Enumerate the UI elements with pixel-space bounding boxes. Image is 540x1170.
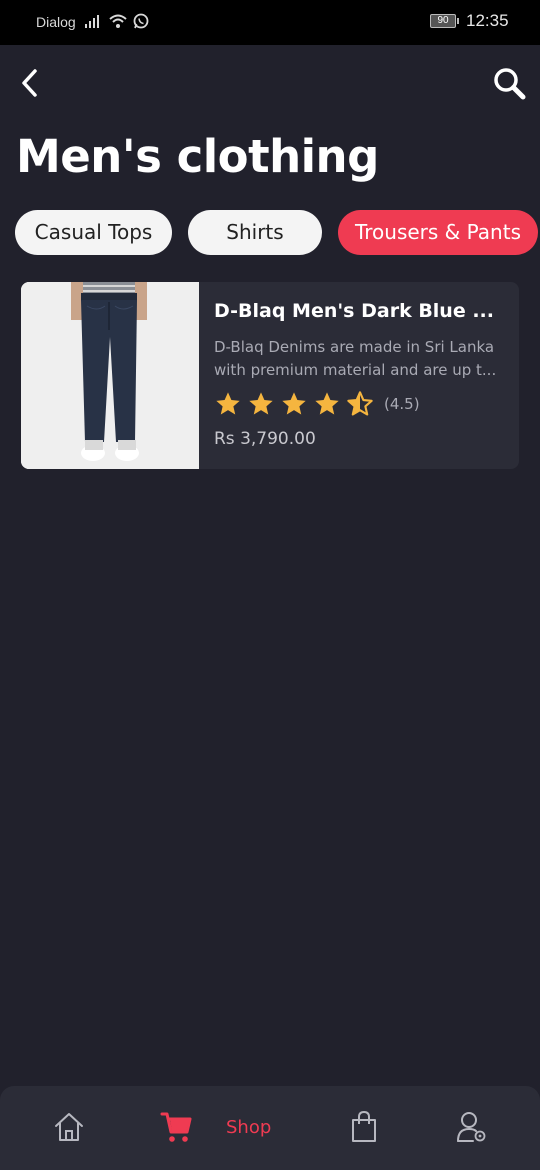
rating-row: (4.5) [214, 390, 420, 418]
chip-trousers-pants[interactable]: Trousers & Pants [338, 210, 538, 255]
chevron-left-icon [22, 69, 37, 97]
chip-casual-tops[interactable]: Casual Tops [15, 210, 172, 255]
half-star-icon [347, 391, 373, 416]
shopping-bag-icon [352, 1110, 376, 1142]
page-title: Men's clothing [16, 130, 379, 183]
search-button[interactable] [490, 64, 530, 104]
nav-shop[interactable] [160, 1110, 192, 1146]
chip-shirts[interactable]: Shirts [188, 210, 322, 255]
status-icons [84, 12, 150, 30]
battery-indicator: 90 [430, 14, 456, 28]
carrier-label: Dialog [36, 14, 76, 30]
status-bar: Dialog 90 12:35 [0, 0, 540, 45]
product-name: D-Blaq Men's Dark Blue ... [214, 300, 494, 322]
star-icon [249, 392, 273, 415]
search-icon [494, 68, 526, 100]
product-description: D-Blaq Denims are made in Sri Lanka with… [214, 338, 497, 379]
jeans-image [21, 282, 199, 469]
nav-bag[interactable] [349, 1110, 379, 1146]
wifi-icon [109, 14, 127, 28]
product-image [21, 282, 199, 469]
bottom-nav: Shop [0, 1086, 540, 1170]
nav-home[interactable] [52, 1110, 86, 1146]
nav-account[interactable] [456, 1110, 488, 1146]
star-icon [282, 392, 306, 415]
signal-icon [85, 15, 99, 28]
product-price: Rs 3,790.00 [214, 429, 316, 449]
nav-shop-label[interactable]: Shop [226, 1117, 271, 1138]
home-icon [55, 1113, 83, 1141]
whatsapp-icon [133, 13, 149, 29]
back-button[interactable] [14, 66, 48, 100]
category-chips: Casual Tops Shirts Trousers & Pants [0, 210, 540, 256]
star-icon [315, 392, 339, 415]
product-card[interactable]: D-Blaq Men's Dark Blue ... D-Blaq Denims… [21, 282, 519, 469]
status-time: 12:35 [466, 11, 509, 30]
cart-icon [160, 1112, 192, 1142]
star-icon [216, 392, 240, 415]
battery-tip [457, 18, 459, 24]
user-settings-icon [457, 1112, 486, 1142]
rating-value: (4.5) [384, 395, 420, 413]
